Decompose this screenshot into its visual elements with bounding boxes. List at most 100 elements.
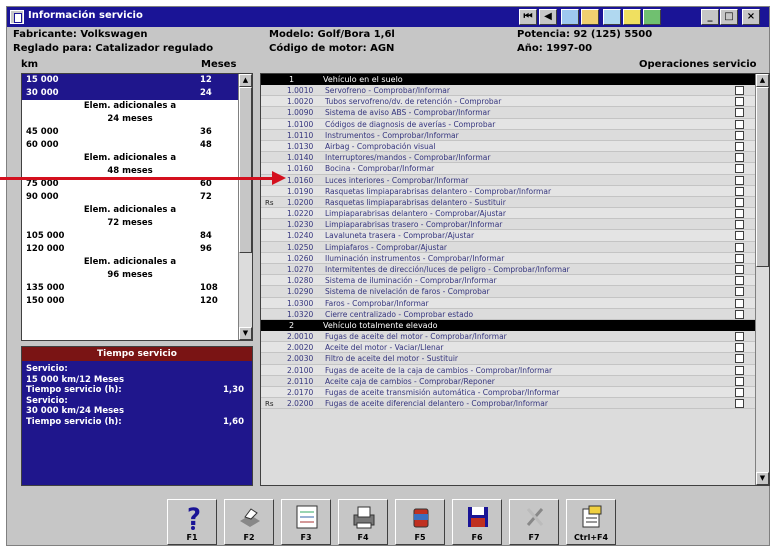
nav-first-button[interactable]: ⏮ xyxy=(519,9,537,25)
save-tool-icon[interactable] xyxy=(643,9,661,25)
interval-row[interactable]: 15 000 12 xyxy=(22,74,252,87)
interval-row[interactable]: 105 000 84 xyxy=(22,230,252,243)
operation-row[interactable]: 1.0010 Servofreno - Comprobar/Informar xyxy=(261,85,757,97)
operation-checkbox[interactable] xyxy=(735,287,744,297)
interval-extra-row[interactable]: Elem. adicionales a xyxy=(22,100,252,113)
operation-checkbox[interactable] xyxy=(735,253,744,263)
toolbar-button-ctrl-f4[interactable]: Ctrl+F4 xyxy=(566,499,616,545)
service-interval-list[interactable]: 15 000 12 30 000 24 Elem. adicionales a 24 me… xyxy=(21,73,253,341)
operation-row[interactable]: 2.0170 Fugas de aceite transmisión automá… xyxy=(261,386,757,399)
toolbar-button-f3[interactable]: F3 xyxy=(281,499,331,545)
scroll-down-arrow-icon[interactable]: ▼ xyxy=(756,472,769,485)
operation-checkbox[interactable] xyxy=(735,130,744,140)
operation-checkbox[interactable] xyxy=(735,153,744,163)
operation-row[interactable]: 1.0250 Limpiafaros - Comprobar/Ajustar xyxy=(261,242,757,253)
folder-tool-icon[interactable] xyxy=(581,9,599,25)
operation-row[interactable]: 1.0100 Códigos de diagnosis de averías - … xyxy=(261,118,757,130)
operation-row[interactable]: 2.0110 Aceite caja de cambios - Comprobar… xyxy=(261,376,757,387)
operations-list-scrollbar[interactable]: ▲ ▼ xyxy=(755,74,769,485)
operation-row[interactable]: 1.0220 Limpiaparabrisas delantero - Compr… xyxy=(261,208,757,220)
operation-row[interactable]: 1.0130 Airbag - Comprobación visual xyxy=(261,140,757,153)
operation-row[interactable]: 1.0020 Tubos servofreno/dv. de retención … xyxy=(261,96,757,108)
interval-extra-row[interactable]: Elem. adicionales a xyxy=(22,204,252,217)
operation-checkbox[interactable] xyxy=(735,376,744,386)
search-tool-icon[interactable] xyxy=(561,9,579,25)
note-tool-icon[interactable] xyxy=(623,9,641,25)
toolbar-button-f7[interactable]: F7 xyxy=(509,499,559,545)
scroll-up-arrow-icon[interactable]: ▲ xyxy=(239,74,252,87)
operations-list[interactable]: 1 Vehículo en el suelo 1.0010 Servofreno - … xyxy=(260,73,770,486)
operation-checkbox[interactable] xyxy=(735,186,744,196)
operation-checkbox[interactable] xyxy=(735,231,744,241)
operation-checkbox[interactable] xyxy=(735,108,744,118)
document-tool-icon[interactable] xyxy=(603,9,621,25)
interval-row[interactable]: 45 000 36 xyxy=(22,126,252,139)
operation-row[interactable]: 1.0320 Cierre centralizado - Comprobar es… xyxy=(261,309,757,320)
operation-row[interactable]: 1.0290 Sistema de nivelación de faros - C… xyxy=(261,286,757,298)
operation-row[interactable]: Rs 2.0200 Fugas de aceite diferencial dela… xyxy=(261,398,757,410)
operation-checkbox[interactable] xyxy=(735,343,744,353)
operation-row[interactable]: 1.0300 Faros - Comprobar/Informar xyxy=(261,297,757,309)
operation-row[interactable]: Rs 1.0200 Rasquetas limpiaparabrisas delan… xyxy=(261,197,757,209)
maximize-button[interactable]: □ xyxy=(720,9,738,25)
operation-checkbox[interactable] xyxy=(735,365,744,375)
operation-row[interactable]: 1.0160 Bocina - Comprobar/Informar xyxy=(261,163,757,175)
operation-checkbox[interactable] xyxy=(735,209,744,219)
interval-extra-row[interactable]: Elem. adicionales a xyxy=(22,256,252,269)
interval-row[interactable]: 60 000 48 xyxy=(22,139,252,152)
operation-checkbox[interactable] xyxy=(735,309,744,319)
operation-row[interactable]: 1.0280 Sistema de iluminación - Comprobar… xyxy=(261,275,757,287)
operation-checkbox[interactable] xyxy=(735,119,744,129)
operation-row[interactable]: 1.0110 Instrumentos - Comprobar/Informar xyxy=(261,130,757,141)
operation-row[interactable]: 2.0010 Fugas de aceite del motor - Compro… xyxy=(261,331,757,343)
operation-checkbox[interactable] xyxy=(735,164,744,174)
operation-row[interactable]: 2.0030 Filtro de aceite del motor - Susti… xyxy=(261,353,757,365)
interval-row[interactable]: 150 000 120 xyxy=(22,295,252,308)
operation-checkbox[interactable] xyxy=(735,331,744,341)
toolbar-button-f1[interactable]: ? F1 xyxy=(167,499,217,545)
operation-checkbox[interactable] xyxy=(735,175,744,185)
toolbar-button-f6[interactable]: F6 xyxy=(452,499,502,545)
operation-checkbox[interactable] xyxy=(735,220,744,230)
scroll-thumb[interactable] xyxy=(756,87,769,267)
operation-checkbox[interactable] xyxy=(735,141,744,151)
operation-checkbox[interactable] xyxy=(735,242,744,252)
interval-row[interactable]: 30 000 24 xyxy=(22,87,252,100)
operation-row[interactable]: 1.0230 Limpiaparabrisas trasero - Comprob… xyxy=(261,219,757,231)
toolbar-button-f2[interactable]: F2 xyxy=(224,499,274,545)
interval-list-scrollbar[interactable]: ▲ ▼ xyxy=(238,74,252,340)
interval-extra-row[interactable]: 72 meses xyxy=(22,217,252,230)
interval-row[interactable]: 135 000 108 xyxy=(22,282,252,295)
operation-row[interactable]: 2.0020 Aceite del motor - Vaciar/Llenar xyxy=(261,342,757,354)
operation-row[interactable]: 1.0240 Lavaluneta trasera - Comprobar/Aju… xyxy=(261,230,757,242)
operation-row[interactable]: 1.0090 Sistema de aviso ABS - Comprobar/I… xyxy=(261,107,757,119)
operation-checkbox[interactable] xyxy=(735,197,744,207)
scroll-thumb[interactable] xyxy=(239,87,252,253)
operation-row[interactable]: 2.0100 Fugas de aceite de la caja de camb… xyxy=(261,364,757,376)
operation-row[interactable]: 1.0190 Rasquetas limpiaparabrisas delante… xyxy=(261,185,757,197)
operation-row[interactable]: 1.0140 Interruptores/mandos - Comprobar/I… xyxy=(261,152,757,164)
operation-checkbox[interactable] xyxy=(735,97,744,107)
close-button[interactable]: × xyxy=(742,9,760,25)
interval-row[interactable]: 90 000 72 xyxy=(22,191,252,204)
operation-checkbox[interactable] xyxy=(735,265,744,274)
interval-extra-row[interactable]: 24 meses xyxy=(22,113,252,126)
toolbar-button-f5[interactable]: F5 xyxy=(395,499,445,545)
operation-checkbox[interactable] xyxy=(735,86,744,95)
operation-checkbox[interactable] xyxy=(735,399,744,409)
interval-row[interactable]: 120 000 96 xyxy=(22,243,252,256)
title-bar[interactable]: Información servicio ⏮ ◀ _ □ × xyxy=(7,7,769,27)
nav-prev-button[interactable]: ◀ xyxy=(539,9,557,25)
operation-checkbox[interactable] xyxy=(735,387,744,397)
operation-checkbox[interactable] xyxy=(735,298,744,308)
toolbar-button-f4[interactable]: F4 xyxy=(338,499,388,545)
scroll-up-arrow-icon[interactable]: ▲ xyxy=(756,74,769,87)
operation-row[interactable]: 1.0160 Luces interiores - Comprobar/Infor… xyxy=(261,175,757,186)
minimize-button[interactable]: _ xyxy=(701,9,719,25)
scroll-down-arrow-icon[interactable]: ▼ xyxy=(239,327,252,340)
operation-row[interactable]: 1.0270 Intermitentes de dirección/luces d… xyxy=(261,264,757,276)
interval-extra-row[interactable]: 96 meses xyxy=(22,269,252,282)
interval-extra-row[interactable]: Elem. adicionales a xyxy=(22,152,252,165)
operation-checkbox[interactable] xyxy=(735,276,744,286)
operation-row[interactable]: 1.0260 Iluminación instrumentos - Comprob… xyxy=(261,252,757,264)
